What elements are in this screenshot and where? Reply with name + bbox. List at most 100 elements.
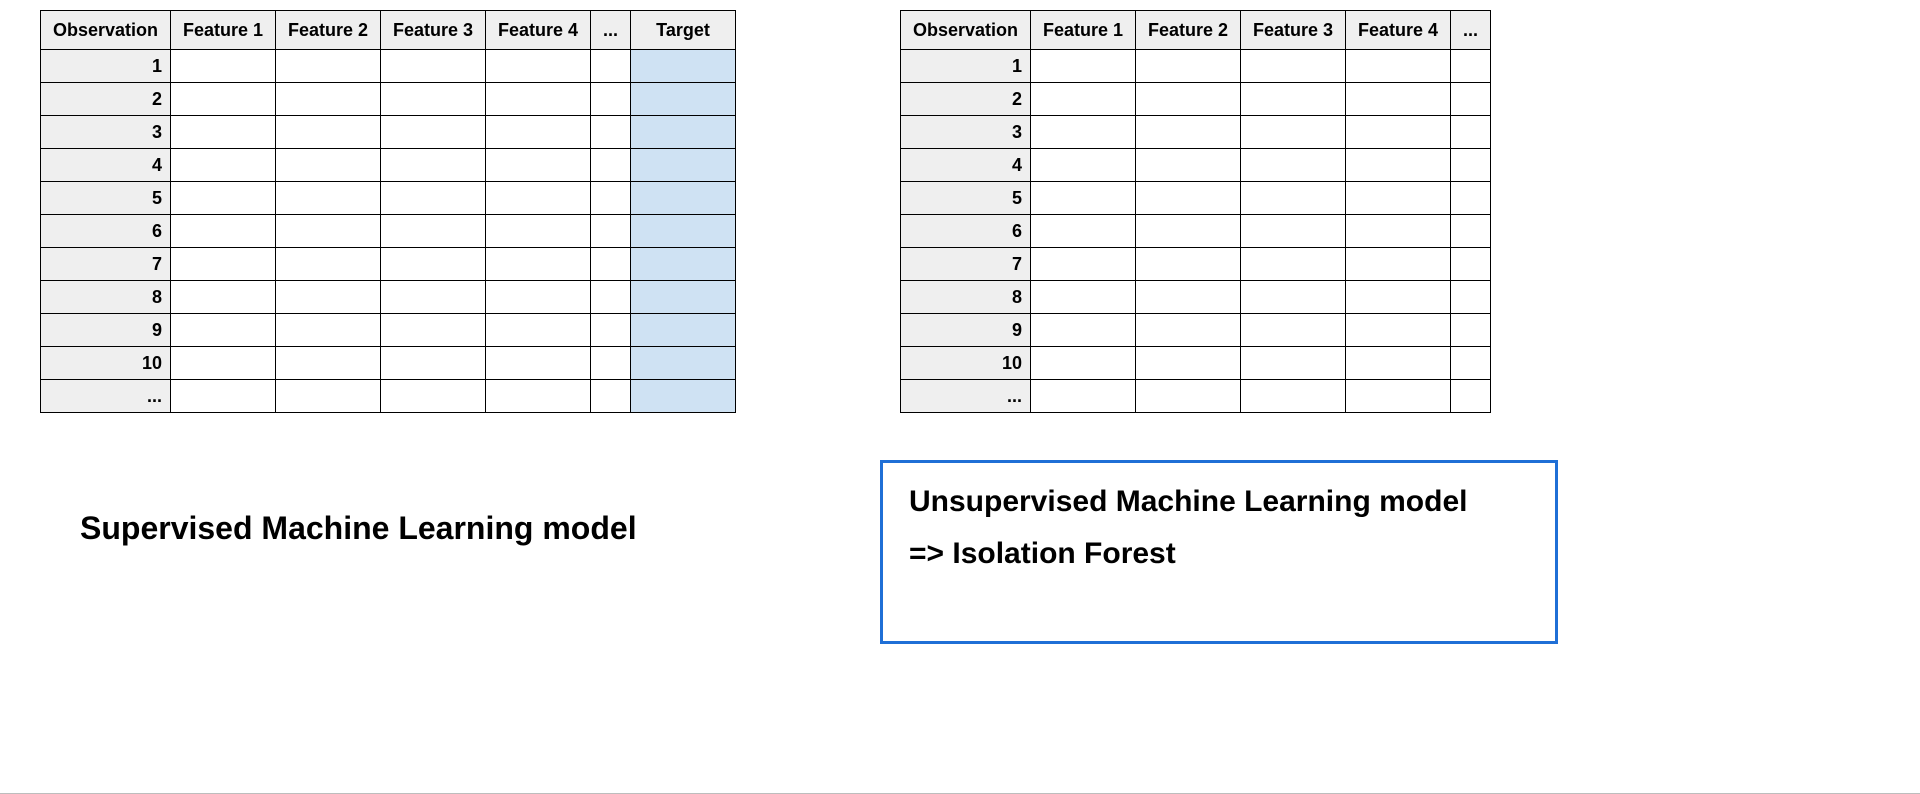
feature-cell (591, 215, 631, 248)
feature-cell (1031, 281, 1136, 314)
supervised-table-panel: Observation Feature 1 Feature 2 Feature … (40, 10, 736, 413)
obs-cell: ... (901, 380, 1031, 413)
feature-cell (486, 314, 591, 347)
feature-cell (1136, 116, 1241, 149)
feature-cell (591, 83, 631, 116)
table-row: 1 (901, 50, 1491, 83)
table-row: 9 (41, 314, 736, 347)
obs-cell: 1 (901, 50, 1031, 83)
feature-cell (1136, 50, 1241, 83)
feature-cell (1241, 281, 1346, 314)
feature-cell (1451, 215, 1491, 248)
unsupervised-caption-line2: => Isolation Forest (909, 537, 1529, 571)
target-cell (631, 50, 736, 83)
table-row: 2 (901, 83, 1491, 116)
feature-cell (171, 50, 276, 83)
table-row: 8 (901, 281, 1491, 314)
feature-cell (1241, 149, 1346, 182)
table-row: 4 (41, 149, 736, 182)
feature-cell (1031, 215, 1136, 248)
feature-cell (1241, 182, 1346, 215)
feature-cell (1346, 347, 1451, 380)
supervised-data-table: Observation Feature 1 Feature 2 Feature … (40, 10, 736, 413)
feature-cell (1136, 149, 1241, 182)
feature-cell (486, 380, 591, 413)
target-cell (631, 215, 736, 248)
feature-cell (1346, 116, 1451, 149)
feature-cell (1241, 215, 1346, 248)
feature-cell (276, 347, 381, 380)
obs-cell: 2 (901, 83, 1031, 116)
table-row: 6 (41, 215, 736, 248)
feature-cell (1031, 314, 1136, 347)
table-row: 9 (901, 314, 1491, 347)
table-header-row: Observation Feature 1 Feature 2 Feature … (41, 11, 736, 50)
feature-cell (381, 83, 486, 116)
feature-cell (171, 281, 276, 314)
feature-cell (486, 83, 591, 116)
feature-cell (591, 347, 631, 380)
feature-cell (591, 50, 631, 83)
feature-cell (171, 215, 276, 248)
feature-cell (1346, 248, 1451, 281)
feature-cell (1451, 182, 1491, 215)
header-feature-1: Feature 1 (171, 11, 276, 50)
target-cell (631, 149, 736, 182)
obs-cell: 2 (41, 83, 171, 116)
feature-cell (1136, 281, 1241, 314)
obs-cell: 3 (41, 116, 171, 149)
header-more: ... (1451, 11, 1491, 50)
feature-cell (171, 116, 276, 149)
table-row: 4 (901, 149, 1491, 182)
obs-cell: 10 (901, 347, 1031, 380)
feature-cell (1451, 116, 1491, 149)
feature-cell (1031, 248, 1136, 281)
feature-cell (1241, 314, 1346, 347)
feature-cell (1031, 149, 1136, 182)
feature-cell (171, 149, 276, 182)
feature-cell (591, 116, 631, 149)
table-row: ... (901, 380, 1491, 413)
feature-cell (1136, 380, 1241, 413)
feature-cell (486, 116, 591, 149)
feature-cell (276, 83, 381, 116)
feature-cell (1031, 347, 1136, 380)
table-row: 6 (901, 215, 1491, 248)
header-feature-4: Feature 4 (1346, 11, 1451, 50)
feature-cell (276, 182, 381, 215)
feature-cell (381, 50, 486, 83)
feature-cell (1346, 314, 1451, 347)
obs-cell: 10 (41, 347, 171, 380)
feature-cell (1346, 215, 1451, 248)
header-feature-2: Feature 2 (276, 11, 381, 50)
unsupervised-caption-line1: Unsupervised Machine Learning model (909, 485, 1529, 519)
header-feature-4: Feature 4 (486, 11, 591, 50)
feature-cell (276, 248, 381, 281)
feature-cell (486, 182, 591, 215)
obs-cell: 8 (41, 281, 171, 314)
obs-cell: 8 (901, 281, 1031, 314)
target-cell (631, 116, 736, 149)
header-feature-2: Feature 2 (1136, 11, 1241, 50)
target-cell (631, 314, 736, 347)
header-feature-3: Feature 3 (381, 11, 486, 50)
feature-cell (381, 248, 486, 281)
feature-cell (1031, 116, 1136, 149)
feature-cell (1451, 281, 1491, 314)
obs-cell: 5 (41, 182, 171, 215)
table-row: 3 (41, 116, 736, 149)
table-header-row: Observation Feature 1 Feature 2 Feature … (901, 11, 1491, 50)
feature-cell (1031, 83, 1136, 116)
feature-cell (1451, 83, 1491, 116)
table-row: 3 (901, 116, 1491, 149)
feature-cell (1136, 83, 1241, 116)
obs-cell: 4 (41, 149, 171, 182)
table-row: 2 (41, 83, 736, 116)
feature-cell (276, 314, 381, 347)
feature-cell (381, 314, 486, 347)
feature-cell (1451, 248, 1491, 281)
feature-cell (1241, 248, 1346, 281)
feature-cell (276, 50, 381, 83)
target-cell (631, 380, 736, 413)
feature-cell (486, 149, 591, 182)
